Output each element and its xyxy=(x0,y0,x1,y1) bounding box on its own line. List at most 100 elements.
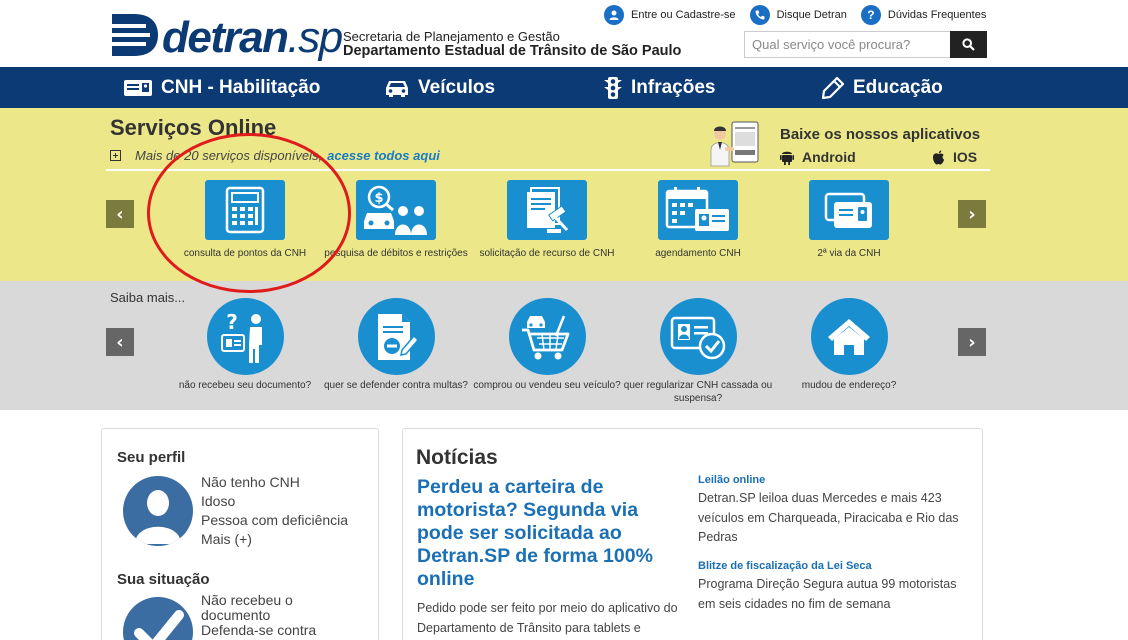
news-side-title[interactable]: Leilão online xyxy=(698,474,968,486)
app-mascot-icon xyxy=(710,121,759,167)
service-label: 2ª via da CNH xyxy=(817,248,881,259)
user-icon xyxy=(604,5,624,25)
org-line2: Departamento Estadual de Trânsito de São… xyxy=(343,43,682,59)
apple-icon xyxy=(933,150,944,164)
service-label: agendamento CNH xyxy=(655,248,741,259)
login-link-label: Entre ou Cadastre-se xyxy=(631,9,736,21)
perfil-item[interactable]: Mais (+) xyxy=(201,530,348,549)
nav-educacao[interactable]: Educação xyxy=(821,67,943,108)
situacao-list: Não recebeu o documento Defenda-se contr… xyxy=(201,593,361,638)
saiba-label: comprou ou vendeu seu veículo? xyxy=(473,380,621,391)
service-segunda-via[interactable]: 2ª via da CNH xyxy=(774,180,924,260)
document-edit-icon xyxy=(378,313,420,360)
person-icon xyxy=(135,490,181,544)
logo-text: detran.sp xyxy=(162,13,343,62)
service-solicitacao-recurso[interactable]: solicitação de recurso de CNH xyxy=(472,180,622,260)
duplicate-card-icon xyxy=(824,192,872,228)
search-box xyxy=(744,31,987,58)
android-app-link[interactable]: Android xyxy=(780,149,856,165)
news-side-item: Leilão online Detran.SP leiloa duas Merc… xyxy=(698,474,968,548)
news-side-body: Detran.SP leiloa duas Mercedes e mais 42… xyxy=(698,491,959,544)
saiba-next-arrow[interactable]: › xyxy=(958,328,986,356)
svg-text:$: $ xyxy=(374,191,383,206)
service-icon-box xyxy=(507,180,587,240)
android-icon xyxy=(780,151,794,165)
nav-infracoes[interactable]: Infrações xyxy=(603,67,715,108)
phone-icon xyxy=(749,5,770,25)
saiba-defender-multas[interactable]: quer se defender contra multas? xyxy=(321,298,471,392)
debt-search-icon: $ xyxy=(364,185,427,235)
nav-veiculos[interactable]: Veículos xyxy=(384,67,495,108)
license-card-icon xyxy=(124,79,152,96)
service-icon-box xyxy=(658,180,738,240)
logo-mark-icon xyxy=(108,14,158,56)
nav-infracoes-label: Infrações xyxy=(631,76,716,98)
servicos-prev-arrow[interactable]: ‹ xyxy=(106,200,134,228)
perfil-panel: Seu perfil Não tenho CNH Idoso Pessoa co… xyxy=(101,428,379,640)
search-icon xyxy=(962,38,975,51)
noticias-panel: Notícias Perdeu a carteira de motorista?… xyxy=(402,428,983,640)
saiba-label: quer se defender contra multas? xyxy=(324,380,468,391)
nav-cnh-label: CNH - Habilitação xyxy=(161,76,321,98)
svg-text:?: ? xyxy=(226,310,238,334)
saiba-label: mudou de endereço? xyxy=(801,380,897,391)
acesse-todos-link[interactable]: acesse todos aqui xyxy=(327,148,440,163)
perfil-item[interactable]: Não tenho CNH xyxy=(201,473,348,492)
saiba-icon-circle xyxy=(659,298,737,375)
disque-detran-link[interactable]: Disque Detran xyxy=(749,5,847,25)
perfil-item[interactable]: Idoso xyxy=(201,492,348,511)
header: detran.sp Secretaria de Planejamento e G… xyxy=(0,0,1128,66)
service-agendamento[interactable]: agendamento CNH xyxy=(623,180,773,260)
pencil-icon xyxy=(821,76,845,99)
car-cart-icon xyxy=(522,315,570,359)
main-nav: CNH - Habilitação Veículos Infrações Edu… xyxy=(0,67,1128,108)
search-input[interactable] xyxy=(744,31,950,58)
traffic-light-icon xyxy=(604,76,622,99)
news-side-item: Blitze de fiscalização da Lei Seca Progr… xyxy=(698,560,968,614)
saiba-icon-circle: ? xyxy=(206,298,284,375)
house-icon xyxy=(828,318,870,355)
page: detran.sp Secretaria de Planejamento e G… xyxy=(0,0,1128,640)
nav-cnh-habilitacao[interactable]: CNH - Habilitação xyxy=(123,67,320,108)
saiba-label: quer regularizar CNH cassada ou suspensa… xyxy=(623,380,773,404)
top-links: Entre ou Cadastre-se Disque Detran ? Dúv… xyxy=(604,4,1000,26)
id-check-icon xyxy=(670,316,726,359)
highlight-annotation xyxy=(147,133,351,293)
perfil-list: Não tenho CNH Idoso Pessoa com deficiênc… xyxy=(201,473,348,549)
faq-link[interactable]: ? Dúvidas Frequentes xyxy=(860,5,987,25)
situacao-item[interactable]: Não recebeu o documento xyxy=(201,593,361,623)
servicos-next-arrow[interactable]: › xyxy=(958,200,986,228)
ios-app-link[interactable]: IOS xyxy=(932,149,977,165)
question-person-icon: ? xyxy=(221,310,262,363)
nav-educacao-label: Educação xyxy=(853,76,943,98)
avatar xyxy=(123,476,193,546)
service-label: solicitação de recurso de CNH xyxy=(479,248,615,259)
news-side-title[interactable]: Blitze de fiscalização da Lei Seca xyxy=(698,560,968,572)
service-label: pesquisa de débitos e restrições xyxy=(324,248,468,259)
saiba-nao-recebeu[interactable]: ? não recebeu seu documento? xyxy=(170,298,320,392)
calendar-id-icon xyxy=(665,187,729,231)
faq-link-label: Dúvidas Frequentes xyxy=(887,9,987,21)
search-button[interactable] xyxy=(950,31,987,58)
saiba-icon-circle xyxy=(357,298,435,375)
car-icon xyxy=(386,80,408,97)
noticias-title: Notícias xyxy=(416,446,498,469)
expand-icon[interactable] xyxy=(110,150,121,161)
org-line1: Secretaria de Planejamento e Gestão xyxy=(343,29,560,44)
situacao-item[interactable]: Defenda-se contra xyxy=(201,623,361,638)
saiba-comprou-vendeu[interactable]: comprou ou vendeu seu veículo? xyxy=(472,298,622,392)
org-name: Secretaria de Planejamento e Gestão Depa… xyxy=(343,29,681,59)
ios-label: IOS xyxy=(953,149,978,165)
nav-veiculos-label: Veículos xyxy=(418,76,496,98)
apps-title: Baixe os nossos aplicativos xyxy=(780,126,981,143)
saiba-mudou-endereco[interactable]: mudou de endereço? xyxy=(774,298,924,392)
saiba-prev-arrow[interactable]: ‹ xyxy=(106,328,134,356)
login-link[interactable]: Entre ou Cadastre-se xyxy=(604,5,736,25)
perfil-item[interactable]: Pessoa com deficiência xyxy=(201,511,348,530)
saiba-label: não recebeu seu documento? xyxy=(178,380,312,391)
detran-logo[interactable]: detran.sp xyxy=(108,12,343,60)
android-label: Android xyxy=(802,149,856,165)
saiba-regularizar-cnh[interactable]: quer regularizar CNH cassada ou suspensa… xyxy=(623,298,773,405)
gavel-document-icon xyxy=(527,187,569,233)
news-headline[interactable]: Perdeu a carteira de motorista? Segunda … xyxy=(417,476,687,591)
